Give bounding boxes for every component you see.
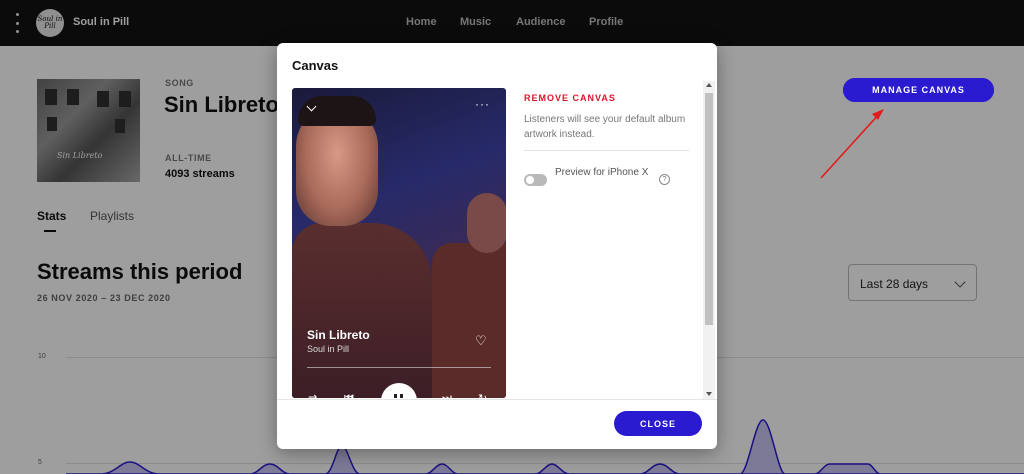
preview-shirt — [292, 223, 432, 398]
modal-title: Canvas — [292, 58, 339, 73]
preview-background-head — [467, 193, 506, 253]
scroll-up-arrow[interactable] — [706, 83, 712, 87]
modal-scrollbar[interactable] — [703, 81, 715, 399]
heart-icon[interactable]: ♡ — [475, 333, 487, 349]
close-button[interactable]: CLOSE — [614, 411, 702, 436]
scroll-thumb[interactable] — [705, 93, 713, 325]
footer-divider — [277, 399, 717, 400]
shuffle-icon[interactable]: ⇄ — [308, 392, 317, 398]
manage-canvas-button-highlight[interactable]: MANAGE CANVAS — [843, 78, 994, 102]
canvas-modal: Canvas ··· Sin Libreto Soul in Pill ♡ ⇄ … — [277, 43, 717, 449]
help-icon[interactable]: ? — [659, 174, 670, 185]
iphone-preview-toggle[interactable] — [524, 174, 547, 186]
preview-song-title: Sin Libreto — [307, 328, 370, 342]
next-icon[interactable]: ⏭ — [442, 392, 452, 398]
repeat-icon[interactable]: ↻ — [478, 392, 487, 398]
divider — [524, 150, 689, 151]
preview-background-figure — [432, 243, 506, 398]
progress-bar[interactable] — [307, 367, 491, 368]
iphone-preview-label: Preview for iPhone X — [555, 167, 649, 178]
remove-canvas-link[interactable]: REMOVE CANVAS — [524, 93, 616, 103]
preview-artist-name: Soul in Pill — [307, 344, 350, 354]
remove-canvas-description: Listeners will see your default album ar… — [524, 114, 686, 140]
canvas-preview: ··· Sin Libreto Soul in Pill ♡ ⇄ ⏮ ⏭ ↻ — [292, 88, 506, 398]
more-options-icon[interactable]: ··· — [475, 97, 490, 111]
preview-hair — [298, 96, 376, 126]
scroll-down-arrow[interactable] — [706, 392, 712, 396]
previous-icon[interactable]: ⏮ — [344, 392, 354, 398]
